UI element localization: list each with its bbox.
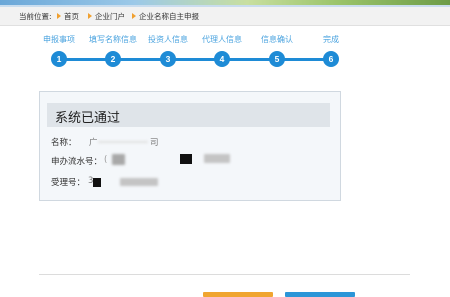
breadcrumb-item-current: 企业名称自主申报 — [139, 12, 199, 21]
name-label: 名称： — [51, 138, 77, 148]
step-label-6: 完成 — [323, 35, 339, 44]
step-progress-track — [59, 58, 331, 61]
step-labels: 申报事项 填写名称信息 投资人信息 代理人信息 信息确认 完成 — [0, 34, 450, 46]
step-label-1: 申报事项 — [43, 35, 75, 44]
serial-value-redacted-block — [180, 154, 192, 164]
accept-value-redacted-block — [93, 178, 101, 187]
breadcrumb: 当前位置: 首页 企业门户 企业名称自主申报 — [0, 7, 450, 26]
accept-value-redacted — [120, 178, 158, 186]
serial-value-start: ( — [104, 155, 108, 165]
footer-separator — [39, 274, 410, 275]
result-panel-header: 系统已通过 — [47, 103, 330, 127]
breadcrumb-item-home[interactable]: 首页 — [64, 7, 79, 26]
name-value-start: 广 — [89, 138, 98, 148]
serial-label: 申办流水号： — [51, 157, 103, 167]
step-dot-5: 5 — [269, 51, 285, 67]
serial-value-redacted — [112, 154, 125, 165]
step-dot-1: 1 — [51, 51, 67, 67]
name-value-end: 司 — [150, 138, 159, 148]
secondary-action-button[interactable] — [285, 292, 355, 297]
step-dot-4: 4 — [214, 51, 230, 67]
result-title: 系统已通过 — [55, 111, 121, 126]
primary-action-button[interactable] — [203, 292, 273, 297]
step-dot-2: 2 — [105, 51, 121, 67]
breadcrumb-item-portal[interactable]: 企业门户 — [95, 7, 125, 26]
step-dot-3: 3 — [160, 51, 176, 67]
breadcrumb-lead: 当前位置: — [19, 12, 52, 21]
step-dot-6: 6 — [323, 51, 339, 67]
step-label-5: 信息确认 — [261, 35, 293, 44]
result-panel: 系统已通过 名称： 广 司 申办流水号： ( 受理号： 3 — [39, 91, 341, 201]
breadcrumb-arrow-icon — [132, 13, 136, 19]
step-label-2: 填写名称信息 — [89, 35, 137, 44]
serial-value-redacted-tail — [204, 154, 230, 163]
breadcrumb-arrow-icon — [88, 13, 92, 19]
breadcrumb-arrow-icon — [57, 13, 61, 19]
accept-label: 受理号： — [51, 178, 86, 188]
step-label-3: 投资人信息 — [148, 35, 188, 44]
step-label-4: 代理人信息 — [202, 35, 242, 44]
name-value-redacted — [98, 141, 148, 143]
